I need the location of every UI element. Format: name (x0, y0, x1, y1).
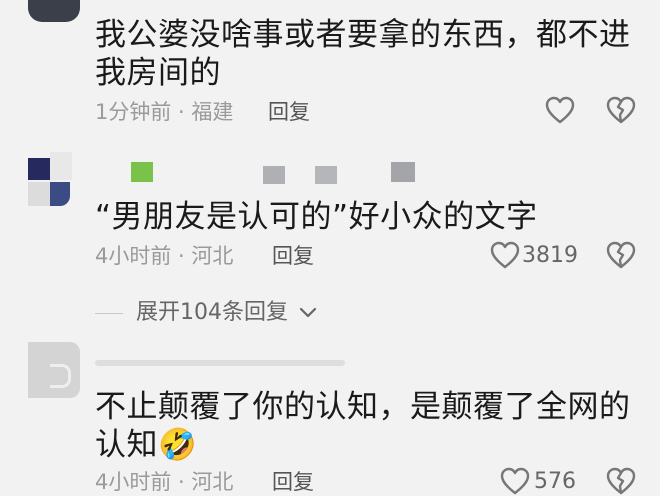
avatar[interactable] (28, 152, 80, 208)
avatar[interactable] (28, 0, 80, 22)
avatar[interactable] (28, 342, 80, 398)
dislike-broken-heart-icon[interactable] (606, 467, 636, 495)
comment-text-continued: 我房间的 (95, 55, 221, 91)
like-heart-icon[interactable] (490, 241, 520, 269)
like-count: 3819 (522, 243, 578, 268)
comment-text: “男朋友是认可的”好小众的文字 (95, 199, 538, 235)
chevron-down-icon (299, 299, 317, 327)
rofl-emoji-icon: 🤣 (158, 427, 198, 463)
dislike-broken-heart-icon[interactable] (606, 96, 636, 124)
like-heart-icon[interactable] (500, 467, 530, 495)
username-redacted (95, 356, 345, 368)
comment-text: 我公婆没啥事或者要拿的东西，都不进 (95, 17, 631, 53)
reply-button[interactable]: 回复 (272, 242, 314, 270)
like-heart-icon[interactable] (545, 96, 575, 124)
reply-button[interactable]: 回复 (268, 98, 310, 126)
comment-text-continued: 认知🤣 (95, 427, 198, 463)
comment-meta: 1分钟前 · 福建 (95, 100, 234, 124)
dislike-broken-heart-icon[interactable] (606, 241, 636, 269)
username-redacted (95, 162, 425, 186)
comment-text: 不止颠覆了你的认知，是颠覆了全网的 (95, 389, 631, 425)
expand-replies-button[interactable]: 展开104条回复 (136, 299, 317, 327)
expand-divider (95, 313, 123, 314)
expand-replies-label: 展开104条回复 (136, 300, 288, 325)
comment-meta: 4小时前 · 河北 (95, 244, 234, 268)
